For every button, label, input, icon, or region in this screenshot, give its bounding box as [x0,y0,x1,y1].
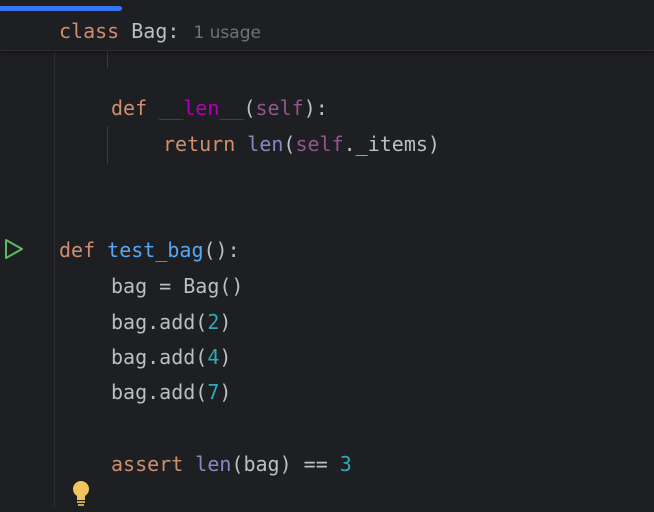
assert-keyword: assert [111,452,184,476]
def-keyword: def [111,96,148,120]
number-literal: 7 [207,380,220,404]
add-call-line[interactable]: bag.add(2) [111,309,231,335]
class-keyword: class [59,19,120,43]
paren: ( [243,96,256,120]
paren: ) [219,310,232,334]
return-keyword: return [163,132,236,156]
run-icon[interactable] [4,238,24,260]
return-line[interactable]: return len(self._items) [163,131,440,157]
self-param: self [255,96,304,120]
paren: ) [219,345,232,369]
usage-hint[interactable]: 1 usage [193,23,261,43]
code-text: bag = Bag() [111,274,244,298]
class-name: Bag: [131,19,180,43]
code-text: bag.add( [111,310,208,334]
builtin-len: len [195,452,232,476]
indent-guide [107,126,108,164]
paren: (): [203,238,240,262]
method-name: __len__ [159,96,244,120]
sticky-scope-header[interactable]: class Bag: 1 usage [0,12,654,51]
code-text: bag.add( [111,345,208,369]
indent-guide [107,50,108,68]
paren: ( [283,132,296,156]
paren: ): [303,96,328,120]
add-call-line[interactable]: bag.add(7) [111,379,231,405]
def-keyword: def [59,238,96,262]
add-call-line[interactable]: bag.add(4) [111,344,231,370]
items-attr: ._items) [343,132,440,156]
code-text: bag.add( [111,380,208,404]
lightbulb-icon[interactable] [70,479,92,508]
sticky-class-line[interactable]: class Bag: 1 usage [59,18,261,44]
paren: ) [219,380,232,404]
code-editor[interactable]: def __len__(self): return len(self._item… [0,0,654,508]
code-text: (bag) == [231,452,340,476]
function-name: test_bag [107,238,204,262]
builtin-len: len [247,132,284,156]
self-ref: self [295,132,344,156]
bag-assign-line[interactable]: bag = Bag() [111,273,243,299]
number-literal: 4 [207,345,220,369]
number-literal: 2 [207,310,220,334]
assert-line[interactable]: assert len(bag) == 3 [111,451,352,477]
len-def-line[interactable]: def __len__(self): [111,95,328,121]
test-def-line[interactable]: def test_bag(): [59,237,240,263]
number-literal: 3 [339,452,352,476]
